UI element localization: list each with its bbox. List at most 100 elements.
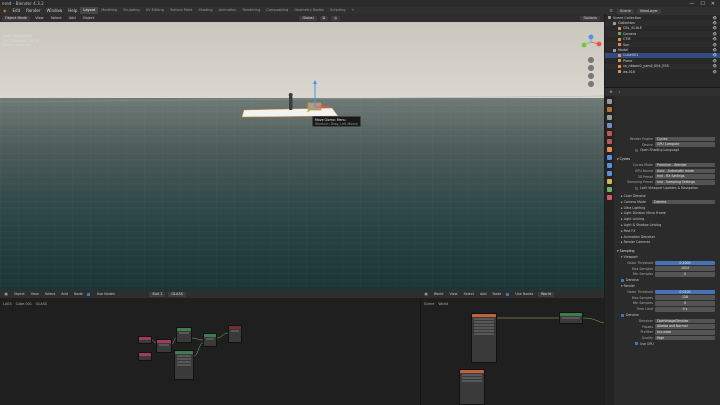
world-editor-type-icon[interactable]: ▦ xyxy=(423,292,429,296)
view-layer-selector[interactable]: ViewLayer xyxy=(636,8,661,14)
blender-logo-icon[interactable]: ◉ xyxy=(0,8,10,13)
scene-selector[interactable]: Scene xyxy=(617,8,634,14)
menu-add-nodes[interactable]: Add xyxy=(60,292,70,296)
shader-editor-canvas[interactable]: LA03 Cube.001 GLASS xyxy=(0,298,420,405)
property-value-field[interactable]: Inst - RX Settings xyxy=(655,174,715,179)
tab-texture-paint[interactable]: Texture Paint xyxy=(167,7,196,14)
menu-view[interactable]: View xyxy=(33,16,46,20)
section-render-cameras[interactable]: ▸ Render Cameras xyxy=(615,240,719,246)
visibility-eye-icon[interactable]: 👁 xyxy=(713,70,717,74)
visibility-eye-icon[interactable]: 👁 xyxy=(713,21,717,25)
property-value-field[interactable]: Albedo and Normal xyxy=(655,324,715,329)
shader-type-selector[interactable]: Object xyxy=(12,292,26,296)
transform-orientation[interactable]: Global xyxy=(299,15,317,21)
tab-scripting[interactable]: Scripting xyxy=(327,7,349,14)
tab-particles-icon[interactable] xyxy=(607,163,612,168)
tab-shading[interactable]: Shading xyxy=(195,7,215,14)
menu-window[interactable]: Window xyxy=(44,8,66,13)
tab-physics-icon[interactable] xyxy=(607,171,612,176)
visibility-eye-icon[interactable]: 👁 xyxy=(713,48,717,52)
property-value-field[interactable]: 0 s xyxy=(655,306,715,312)
menu-edit[interactable]: Edit xyxy=(10,8,24,13)
tab-uv-editing[interactable]: UV Editing xyxy=(143,7,167,14)
tab-constraints-icon[interactable] xyxy=(607,179,612,184)
material-slot-selector[interactable]: Slot 1 xyxy=(149,291,166,297)
tab-data-icon[interactable] xyxy=(607,187,612,192)
menu-select-nodes[interactable]: Select xyxy=(43,292,56,296)
mode-selector[interactable]: Object Mode xyxy=(2,15,31,21)
property-value-field[interactable]: 128 xyxy=(655,295,715,300)
menu-add[interactable]: Add xyxy=(67,16,78,20)
menu-select[interactable]: Select xyxy=(49,16,64,20)
visibility-eye-icon[interactable]: 👁 xyxy=(713,53,717,57)
menu-select-world[interactable]: Select xyxy=(462,292,475,296)
options-button[interactable]: Options xyxy=(580,15,600,21)
tab-material-icon[interactable] xyxy=(607,195,612,200)
editor-type-icon[interactable]: ▦ xyxy=(3,292,9,296)
tab-modifier-icon[interactable] xyxy=(607,155,612,160)
menu-help[interactable]: Help xyxy=(65,8,80,13)
tab-scene-icon[interactable] xyxy=(607,131,612,136)
world-editor-canvas[interactable]: Scene World xyxy=(420,298,604,405)
property-value-field[interactable]: Inst - Sampling Settings xyxy=(655,180,715,185)
visibility-eye-icon[interactable]: 👁 xyxy=(713,64,717,68)
property-value-field[interactable]: 0 xyxy=(655,272,715,277)
property-value-field[interactable]: 0.0100 xyxy=(655,289,715,295)
property-value-field[interactable]: 1024 xyxy=(655,266,715,271)
3d-viewport[interactable]: User Perspective (1) Collection | ES1B S… xyxy=(0,22,604,290)
property-value-field[interactable]: Accurate xyxy=(655,330,715,335)
visibility-eye-icon[interactable]: 👁 xyxy=(713,37,717,41)
tab-animation[interactable]: Animation xyxy=(216,7,240,14)
menu-node[interactable]: Node xyxy=(72,292,84,296)
tab-world-icon[interactable] xyxy=(607,139,612,144)
property-value-field[interactable]: 0.1000 xyxy=(655,260,715,266)
tab-sculpting[interactable]: Sculpting xyxy=(120,7,142,14)
tab-geometry-nodes[interactable]: Geometry Nodes xyxy=(291,7,327,14)
property-value-field[interactable]: OpenImageDenoise xyxy=(655,318,715,324)
device-dropdown[interactable]: GPU Compute xyxy=(655,142,715,147)
outliner-type-icon[interactable]: ☰ xyxy=(608,9,614,13)
menu-add-world[interactable]: Add xyxy=(478,292,488,296)
properties-search-icon[interactable]: ⌕ xyxy=(617,90,622,94)
close-button[interactable]: ✕ xyxy=(711,1,715,7)
tab-modeling[interactable]: Modeling xyxy=(98,7,120,14)
maximize-button[interactable]: ☐ xyxy=(700,1,704,7)
menu-object[interactable]: Object xyxy=(81,16,97,20)
material-selector[interactable]: GLASS xyxy=(168,291,186,297)
snap-toggle-icon[interactable]: ⧉ xyxy=(319,15,329,21)
visibility-eye-icon[interactable]: 👁 xyxy=(713,16,717,20)
tab-layout[interactable]: Layout xyxy=(80,7,99,14)
tab-output-icon[interactable] xyxy=(607,115,612,120)
menu-node-world[interactable]: Node xyxy=(491,292,503,296)
visibility-eye-icon[interactable]: 👁 xyxy=(713,32,717,36)
property-value-field[interactable]: 0 xyxy=(655,301,715,306)
property-value-field[interactable]: Auto - Automatic mode xyxy=(655,168,715,174)
render-engine-dropdown[interactable]: Cycles xyxy=(655,136,715,142)
world-type-selector[interactable]: World xyxy=(432,292,445,296)
property-value-field[interactable]: High xyxy=(655,335,715,341)
properties-type-icon[interactable]: ⚙ xyxy=(608,90,614,94)
world-use-nodes-checkbox[interactable] xyxy=(505,292,509,296)
use-gpu-checkbox[interactable] xyxy=(635,342,638,346)
viewport-denoise-checkbox[interactable] xyxy=(621,278,624,282)
tab-compositing[interactable]: Compositing xyxy=(263,7,291,14)
menu-view-nodes[interactable]: View xyxy=(29,292,40,296)
menu-view-world[interactable]: View xyxy=(448,292,459,296)
tab-view-layer-icon[interactable] xyxy=(607,123,612,128)
camera-mode-value[interactable]: Camera xyxy=(651,199,715,205)
visibility-eye-icon[interactable]: 👁 xyxy=(713,59,717,63)
use-nodes-checkbox[interactable] xyxy=(87,292,91,296)
tab-render-icon[interactable] xyxy=(607,107,612,112)
add-workspace-button[interactable]: + xyxy=(348,7,357,14)
visibility-eye-icon[interactable]: 👁 xyxy=(713,26,717,30)
minimize-button[interactable]: — xyxy=(689,1,694,7)
menu-render[interactable]: Render xyxy=(23,8,43,13)
lock-viewport-checkbox[interactable] xyxy=(635,186,638,190)
proportional-edit-icon[interactable]: ◎ xyxy=(331,15,341,21)
tab-object-icon[interactable] xyxy=(607,147,612,152)
outliner-item[interactable]: ws.016 👁 xyxy=(605,69,720,74)
visibility-eye-icon[interactable]: 👁 xyxy=(713,43,717,47)
world-selector[interactable]: World xyxy=(537,291,554,297)
render-denoise-checkbox[interactable] xyxy=(621,313,624,317)
osl-checkbox[interactable] xyxy=(635,148,638,152)
